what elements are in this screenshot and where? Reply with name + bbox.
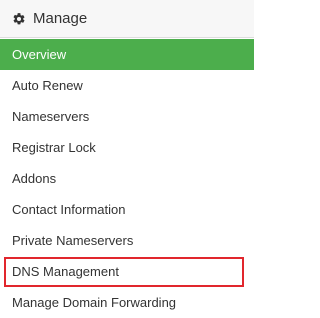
menu-item-label: Overview: [12, 47, 67, 62]
menu-item-manage-domain-forwarding[interactable]: Manage Domain Forwarding: [0, 287, 254, 318]
menu-item-label: Contact Information: [12, 202, 126, 217]
menu-item-label: Registrar Lock: [12, 140, 96, 155]
menu-item-overview[interactable]: Overview: [0, 39, 254, 70]
menu-item-addons[interactable]: Addons: [0, 163, 254, 194]
menu-item-label: Auto Renew: [12, 78, 83, 93]
menu-item-contact-information[interactable]: Contact Information: [0, 194, 254, 225]
menu-item-nameservers[interactable]: Nameservers: [0, 101, 254, 132]
manage-title: Manage: [33, 10, 88, 27]
menu-item-label: Manage Domain Forwarding: [12, 295, 177, 310]
menu-item-label: Private Nameservers: [12, 233, 134, 248]
menu-item-dns-management[interactable]: DNS Management: [0, 256, 254, 287]
manage-menu-panel: Manage Overview Auto Renew Nameservers R…: [0, 0, 254, 315]
menu-item-auto-renew[interactable]: Auto Renew: [0, 70, 254, 101]
menu-item-registrar-lock[interactable]: Registrar Lock: [0, 132, 254, 163]
menu-item-label: Nameservers: [12, 109, 90, 124]
menu-item-label: DNS Management: [12, 264, 119, 279]
menu-item-private-nameservers[interactable]: Private Nameservers: [0, 225, 254, 256]
menu-item-label: Addons: [12, 171, 57, 186]
manage-header: Manage: [0, 0, 254, 38]
manage-menu-list: Overview Auto Renew Nameservers Registra…: [0, 39, 254, 318]
gear-icon: [12, 12, 26, 26]
